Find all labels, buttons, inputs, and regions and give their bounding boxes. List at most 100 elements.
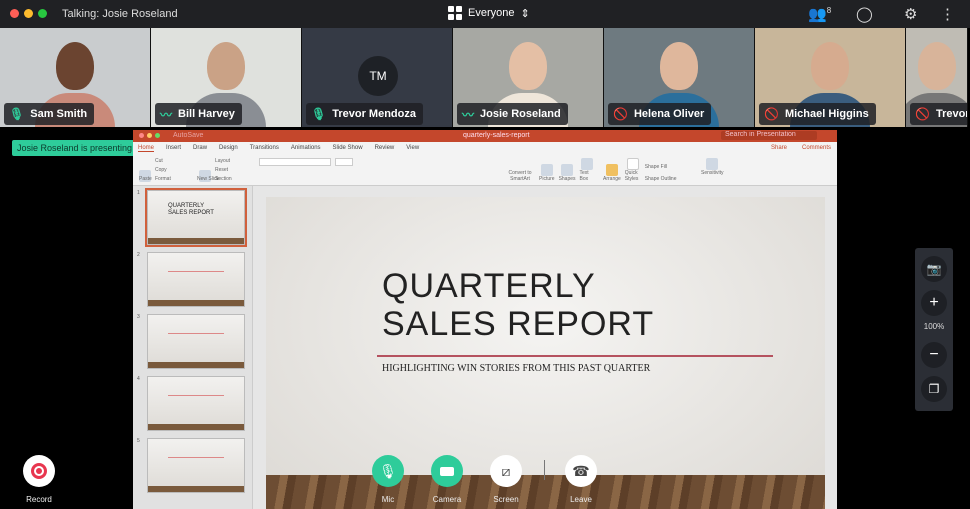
- participant-tile[interactable]: 🚫 Helena Oliver: [604, 28, 755, 127]
- gear-icon[interactable]: ⚙: [904, 5, 917, 23]
- screen-share-button[interactable]: ⧄ Screen: [481, 455, 531, 504]
- participant-video-face: [509, 42, 547, 90]
- share-button[interactable]: Share: [771, 145, 787, 151]
- participant-tile[interactable]: 〰 Bill Harvey: [151, 28, 302, 127]
- ppt-tab-home[interactable]: Home: [138, 145, 155, 152]
- participants-button[interactable]: 👥8: [808, 5, 831, 23]
- copy-icon: ❐: [928, 382, 940, 396]
- microphone-icon: 🎙: [9, 107, 25, 121]
- ppt-tab-insert[interactable]: Insert: [166, 145, 181, 151]
- ppt-tab-slide-show[interactable]: Slide Show: [333, 145, 363, 151]
- shapes-button[interactable]: Shapes: [559, 164, 576, 182]
- slide-thumbnail[interactable]: [147, 376, 245, 431]
- current-slide: QUARTERLY SALES REPORT HIGHLIGHTING WIN S…: [266, 197, 825, 509]
- plus-icon: +: [929, 294, 939, 311]
- font-name-select[interactable]: [259, 158, 331, 166]
- ppt-title-bar: AutoSave quarterly-sales-report Search i…: [133, 130, 837, 142]
- ppt-tab-review[interactable]: Review: [375, 145, 395, 151]
- record-label: Record: [26, 495, 52, 504]
- ppt-ribbon-tabs: Home Insert Draw Design Transitions Animation…: [133, 142, 837, 154]
- maximize-window-button[interactable]: [38, 9, 47, 18]
- participant-tile[interactable]: 〰 Josie Roseland: [453, 28, 604, 127]
- participant-name: Trevor: [935, 108, 968, 120]
- participant-name: Sam Smith: [30, 108, 88, 120]
- participant-tile[interactable]: 🚫 Trevor: [906, 28, 968, 127]
- slide-subtitle: HIGHLIGHTING WIN STORIES FROM THIS PAST …: [382, 363, 651, 374]
- slide-thumbnail[interactable]: [147, 252, 245, 307]
- talking-indicator: Talking: Josie Roseland: [62, 8, 178, 20]
- paste-label: Paste: [139, 176, 152, 182]
- file-name: quarterly-sales-report: [463, 132, 530, 139]
- participant-strip: 🎙 Sam Smith 〰 Bill Harvey TM 🎙 Trevor Mendoza 〰…: [0, 28, 970, 127]
- font-size-select[interactable]: [335, 158, 353, 166]
- ppt-tab-animations[interactable]: Animations: [291, 145, 321, 151]
- ppt-search-input[interactable]: Search in Presentation: [721, 131, 817, 140]
- autosave-toggle[interactable]: AutoSave: [173, 132, 203, 139]
- camera-label: Camera: [432, 495, 462, 504]
- audience-selector[interactable]: Everyone ⇕: [448, 6, 530, 20]
- slide-thumbnail[interactable]: [147, 438, 245, 493]
- mic-button[interactable]: 🎙 Mic: [363, 455, 413, 504]
- comments-button[interactable]: Comments: [802, 145, 831, 151]
- slide-floor-image: [266, 475, 825, 509]
- layout-button[interactable]: Layout: [215, 158, 232, 164]
- slide-thumbnail[interactable]: [147, 314, 245, 369]
- shape-outline-button[interactable]: Shape Outline: [645, 176, 677, 182]
- format-button[interactable]: Format: [155, 176, 171, 182]
- mic-label: Mic: [381, 495, 395, 504]
- participant-name-tag: 🚫 Helena Oliver: [608, 103, 712, 125]
- camera-button[interactable]: Camera: [422, 455, 472, 504]
- quick-styles-button[interactable]: Quick Styles: [625, 158, 641, 182]
- audience-label: Everyone: [468, 7, 515, 19]
- minus-icon: −: [929, 346, 939, 363]
- snapshot-button[interactable]: 📷: [921, 256, 947, 282]
- microphone-icon: 🎙: [311, 107, 327, 121]
- slide-title: QUARTERLY SALES REPORT: [382, 267, 655, 343]
- ppt-tab-draw[interactable]: Draw: [193, 145, 207, 151]
- zoom-out-button[interactable]: −: [921, 342, 947, 368]
- participant-name: Trevor Mendoza: [332, 108, 416, 120]
- presenting-badge: Josie Roseland is presenting: [12, 140, 138, 156]
- ppt-tab-design[interactable]: Design: [219, 145, 238, 151]
- thumbnail-title: QUARTERLY SALES REPORT: [168, 203, 214, 216]
- shared-screen-powerpoint: AutoSave quarterly-sales-report Search i…: [133, 130, 837, 509]
- record-button[interactable]: Record: [14, 455, 64, 504]
- participants-icon: 👥: [808, 6, 827, 23]
- participant-name: Michael Higgins: [784, 108, 869, 120]
- zoom-in-button[interactable]: +: [921, 290, 947, 316]
- cut-button[interactable]: Cut: [155, 158, 171, 164]
- leave-button[interactable]: ☎ Leave: [556, 455, 606, 504]
- reset-button[interactable]: Reset: [215, 167, 232, 173]
- microphone-icon: 🎙: [379, 462, 397, 479]
- fit-screen-button[interactable]: ❐: [921, 376, 947, 402]
- minimize-window-button[interactable]: [24, 9, 33, 18]
- arrange-button[interactable]: Arrange: [603, 164, 621, 182]
- participant-name: Bill Harvey: [178, 108, 235, 120]
- ppt-tab-transitions[interactable]: Transitions: [250, 145, 279, 151]
- participant-tile[interactable]: 🎙 Sam Smith: [0, 28, 151, 127]
- slide-thumbnails-pane[interactable]: 1 QUARTERLY SALES REPORT 2 3 4 5: [133, 186, 253, 509]
- participant-tile[interactable]: 🚫 Michael Higgins: [755, 28, 906, 127]
- ppt-tab-view[interactable]: View: [406, 145, 419, 151]
- sensitivity-button[interactable]: Sensitivity: [701, 158, 724, 176]
- convert-smartart-button[interactable]: Convert to SmartArt: [505, 170, 535, 182]
- textbox-button[interactable]: Text Box: [580, 158, 594, 182]
- participant-video-face: [917, 42, 956, 90]
- ppt-ribbon: Cut Copy Format Paste Layout Reset Section N…: [133, 154, 837, 186]
- close-window-button[interactable]: [10, 9, 19, 18]
- shape-fill-button[interactable]: Shape Fill: [645, 164, 677, 170]
- participant-name-tag: 🚫 Michael Higgins: [759, 103, 876, 125]
- participant-name-tag: 🚫 Trevor: [910, 103, 968, 125]
- more-icon[interactable]: ⋮: [940, 5, 955, 23]
- mic-muted-icon: 🚫: [915, 107, 930, 121]
- chat-icon[interactable]: ◯: [856, 5, 873, 23]
- participant-count: 8: [826, 6, 832, 15]
- participant-tile[interactable]: TM 🎙 Trevor Mendoza: [302, 28, 453, 127]
- participant-name-tag: 〰 Josie Roseland: [457, 103, 568, 125]
- slide-thumbnail[interactable]: QUARTERLY SALES REPORT: [145, 188, 247, 247]
- thumbnail-number: 2: [137, 252, 140, 258]
- copy-button[interactable]: Copy: [155, 167, 171, 173]
- new-slide-label: New Slide: [197, 176, 220, 182]
- picture-button[interactable]: Picture: [539, 164, 555, 182]
- camera-icon: 📷: [926, 262, 942, 276]
